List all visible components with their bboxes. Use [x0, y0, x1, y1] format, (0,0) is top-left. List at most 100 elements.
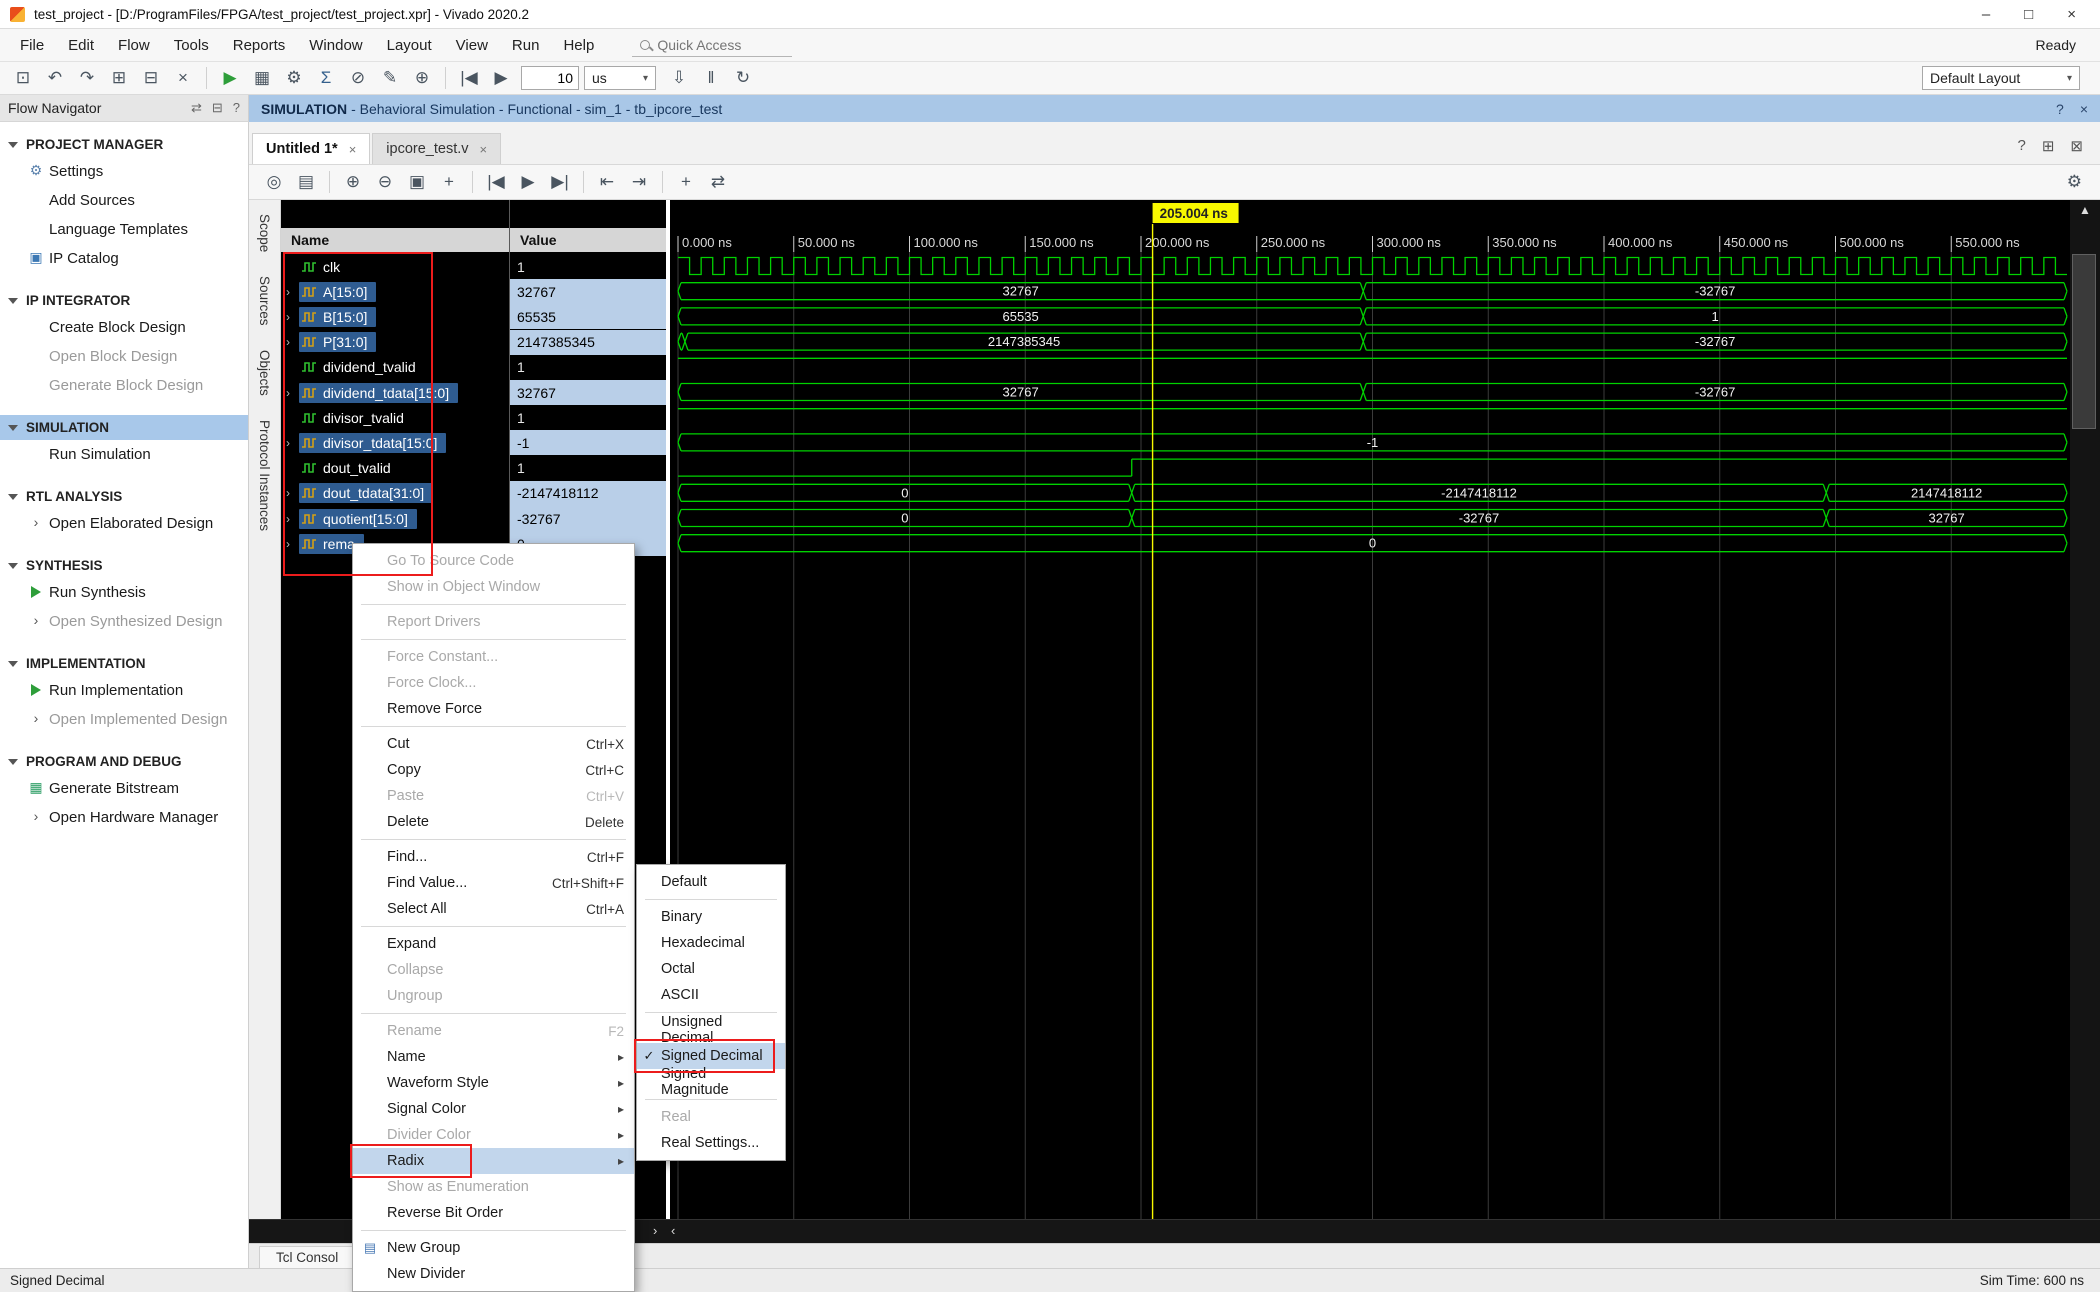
paste-icon[interactable]: ⊟ — [136, 65, 166, 91]
signal-name-row-quotient-15-0[interactable]: ›quotient[15:0] — [281, 506, 417, 531]
flow-item-settings[interactable]: ⚙Settings — [0, 157, 248, 186]
tab-ipcore-test-v[interactable]: ipcore_test.v× — [372, 133, 501, 164]
layout-select[interactable]: Default Layout ▾ — [1922, 66, 2080, 90]
menu-edit[interactable]: Edit — [56, 31, 106, 60]
maximize-icon[interactable]: ⊠ — [2070, 137, 2083, 155]
menu-help[interactable]: Help — [551, 31, 606, 60]
signal-name-row-divisor-tdata-15-0[interactable]: ›divisor_tdata[15:0] — [281, 430, 446, 455]
scrollbar-thumb[interactable] — [2072, 254, 2096, 429]
flow-item-run-synthesis[interactable]: Run Synthesis — [0, 578, 248, 607]
run-all-icon[interactable]: ▶ — [486, 65, 516, 91]
open-icon[interactable]: ⊡ — [8, 65, 38, 91]
go-to-start-icon[interactable]: |◀ — [481, 169, 511, 195]
signal-name-row-p-31-0[interactable]: ›P[31:0] — [281, 330, 376, 355]
run-all-sim-icon[interactable]: ▶ — [513, 169, 543, 195]
add-marker-icon[interactable]: + — [671, 169, 701, 195]
section-collapse-icon[interactable] — [8, 494, 18, 500]
redo-icon[interactable]: ↷ — [72, 65, 102, 91]
waveform-canvas[interactable]: 0.000 ns50.000 ns100.000 ns150.000 ns200… — [670, 200, 2070, 1219]
radix-item-signed-magnitude[interactable]: Signed Magnitude — [637, 1069, 785, 1095]
context-item-delete[interactable]: DeleteDelete — [353, 809, 634, 835]
time-cursor-label[interactable]: 205.004 ns — [1153, 203, 1239, 223]
flow-section-synthesis[interactable]: SYNTHESIS — [0, 553, 248, 578]
context-item-select-all[interactable]: Select AllCtrl+A — [353, 896, 634, 922]
context-item-cut[interactable]: CutCtrl+X — [353, 731, 634, 757]
signal-name-row-dividend-tvalid[interactable]: dividend_tvalid — [281, 355, 425, 380]
go-to-end-icon[interactable]: ▶| — [545, 169, 575, 195]
radix-item-default[interactable]: Default — [637, 869, 785, 895]
help-icon[interactable]: ? — [233, 100, 240, 116]
zoom-out-icon[interactable]: ⊖ — [370, 169, 400, 195]
side-tab-sources[interactable]: Sources — [255, 272, 274, 330]
scroll-up-icon[interactable]: ▲ — [2070, 203, 2100, 217]
help-icon[interactable]: ? — [2056, 101, 2064, 117]
flow-item-open-synthesized-design[interactable]: ›Open Synthesized Design — [0, 607, 248, 636]
signal-name-row-clk[interactable]: clk — [281, 254, 349, 279]
sum-icon[interactable]: Σ — [311, 65, 341, 91]
float-icon[interactable]: ⊞ — [2042, 137, 2055, 155]
flow-section-project-manager[interactable]: PROJECT MANAGER — [0, 132, 248, 157]
zoom-to-cursor-icon[interactable]: + — [434, 169, 464, 195]
signal-name-row-dout-tdata-31-0[interactable]: ›dout_tdata[31:0] — [281, 481, 433, 506]
section-collapse-icon[interactable] — [8, 759, 18, 765]
flow-item-open-block-design[interactable]: Open Block Design — [0, 342, 248, 371]
flow-item-open-hardware-manager[interactable]: ›Open Hardware Manager — [0, 803, 248, 832]
context-item-new-virtual-bus[interactable]: ≈New Virtual Bus — [353, 1287, 634, 1292]
tab-tcl-console[interactable]: Tcl Consol — [259, 1246, 355, 1268]
signal-name-row-a-15-0[interactable]: ›A[15:0] — [281, 279, 376, 304]
context-item-radix[interactable]: Radix▸ — [353, 1148, 634, 1174]
quick-access-input[interactable] — [657, 37, 767, 53]
run-time-input[interactable] — [521, 66, 579, 90]
tab-untitled-1[interactable]: Untitled 1*× — [252, 133, 370, 164]
context-item-copy[interactable]: CopyCtrl+C — [353, 757, 634, 783]
flow-section-implementation[interactable]: IMPLEMENTATION — [0, 651, 248, 676]
collapse-left-icon[interactable]: ‹ — [671, 1223, 675, 1238]
flow-item-generate-block-design[interactable]: Generate Block Design — [0, 371, 248, 400]
name-column-header[interactable]: Name — [281, 228, 509, 252]
radix-item-binary[interactable]: Binary — [637, 904, 785, 930]
vertical-scrollbar[interactable]: ▲ — [2070, 200, 2100, 1219]
radix-item-hexadecimal[interactable]: Hexadecimal — [637, 930, 785, 956]
radix-item-real-settings[interactable]: Real Settings... — [637, 1130, 785, 1156]
flow-item-language-templates[interactable]: Language Templates — [0, 215, 248, 244]
undo-icon[interactable]: ↶ — [40, 65, 70, 91]
edit-icon[interactable]: ✎ — [375, 65, 405, 91]
collapse-all-icon[interactable]: ⊟ — [212, 100, 223, 116]
save-waveform-icon[interactable]: ▤ — [291, 169, 321, 195]
context-item-find-value[interactable]: Find Value...Ctrl+Shift+F — [353, 870, 634, 896]
section-collapse-icon[interactable] — [8, 661, 18, 667]
radix-item-ascii[interactable]: ASCII — [637, 982, 785, 1008]
context-item-new-group[interactable]: ▤New Group — [353, 1235, 634, 1261]
step-icon[interactable]: ⇩ — [664, 65, 694, 91]
flow-section-rtl-analysis[interactable]: RTL ANALYSIS — [0, 484, 248, 509]
context-item-remove-force[interactable]: Remove Force — [353, 696, 634, 722]
prev-transition-icon[interactable]: ⇤ — [592, 169, 622, 195]
waveform-settings-gear-icon[interactable]: ⚙ — [2067, 172, 2090, 192]
help-icon[interactable]: ? — [2018, 137, 2026, 155]
side-tab-protocol-instances[interactable]: Protocol Instances — [255, 416, 274, 535]
side-tab-objects[interactable]: Objects — [255, 346, 274, 400]
close-icon[interactable]: × — [2080, 101, 2088, 117]
menu-file[interactable]: File — [8, 31, 56, 60]
settings-gear-icon[interactable]: ⚙ — [279, 65, 309, 91]
side-tab-scope[interactable]: Scope — [255, 210, 274, 256]
next-transition-icon[interactable]: ⇥ — [624, 169, 654, 195]
context-item-expand[interactable]: Expand — [353, 931, 634, 957]
dashboard-icon[interactable]: ▦ — [247, 65, 277, 91]
radix-item-octal[interactable]: Octal — [637, 956, 785, 982]
flow-section-simulation[interactable]: SIMULATION — [0, 415, 248, 440]
flow-item-run-implementation[interactable]: Run Implementation — [0, 676, 248, 705]
signal-name-row-divisor-tvalid[interactable]: divisor_tvalid — [281, 405, 413, 430]
expand-icon[interactable]: › — [27, 612, 45, 628]
context-item-name[interactable]: Name▸ — [353, 1044, 634, 1070]
flow-section-ip-integrator[interactable]: IP INTEGRATOR — [0, 288, 248, 313]
flow-item-add-sources[interactable]: Add Sources — [0, 186, 248, 215]
menu-view[interactable]: View — [444, 31, 500, 60]
flow-item-generate-bitstream[interactable]: ▦Generate Bitstream — [0, 774, 248, 803]
swap-icon[interactable]: ⇄ — [191, 100, 202, 116]
signal-name-row-b-15-0[interactable]: ›B[15:0] — [281, 304, 376, 329]
section-collapse-icon[interactable] — [8, 298, 18, 304]
swap-cursors-icon[interactable]: ⇄ — [703, 169, 733, 195]
zoom-in-icon[interactable]: ⊕ — [338, 169, 368, 195]
flow-item-open-implemented-design[interactable]: ›Open Implemented Design — [0, 705, 248, 734]
